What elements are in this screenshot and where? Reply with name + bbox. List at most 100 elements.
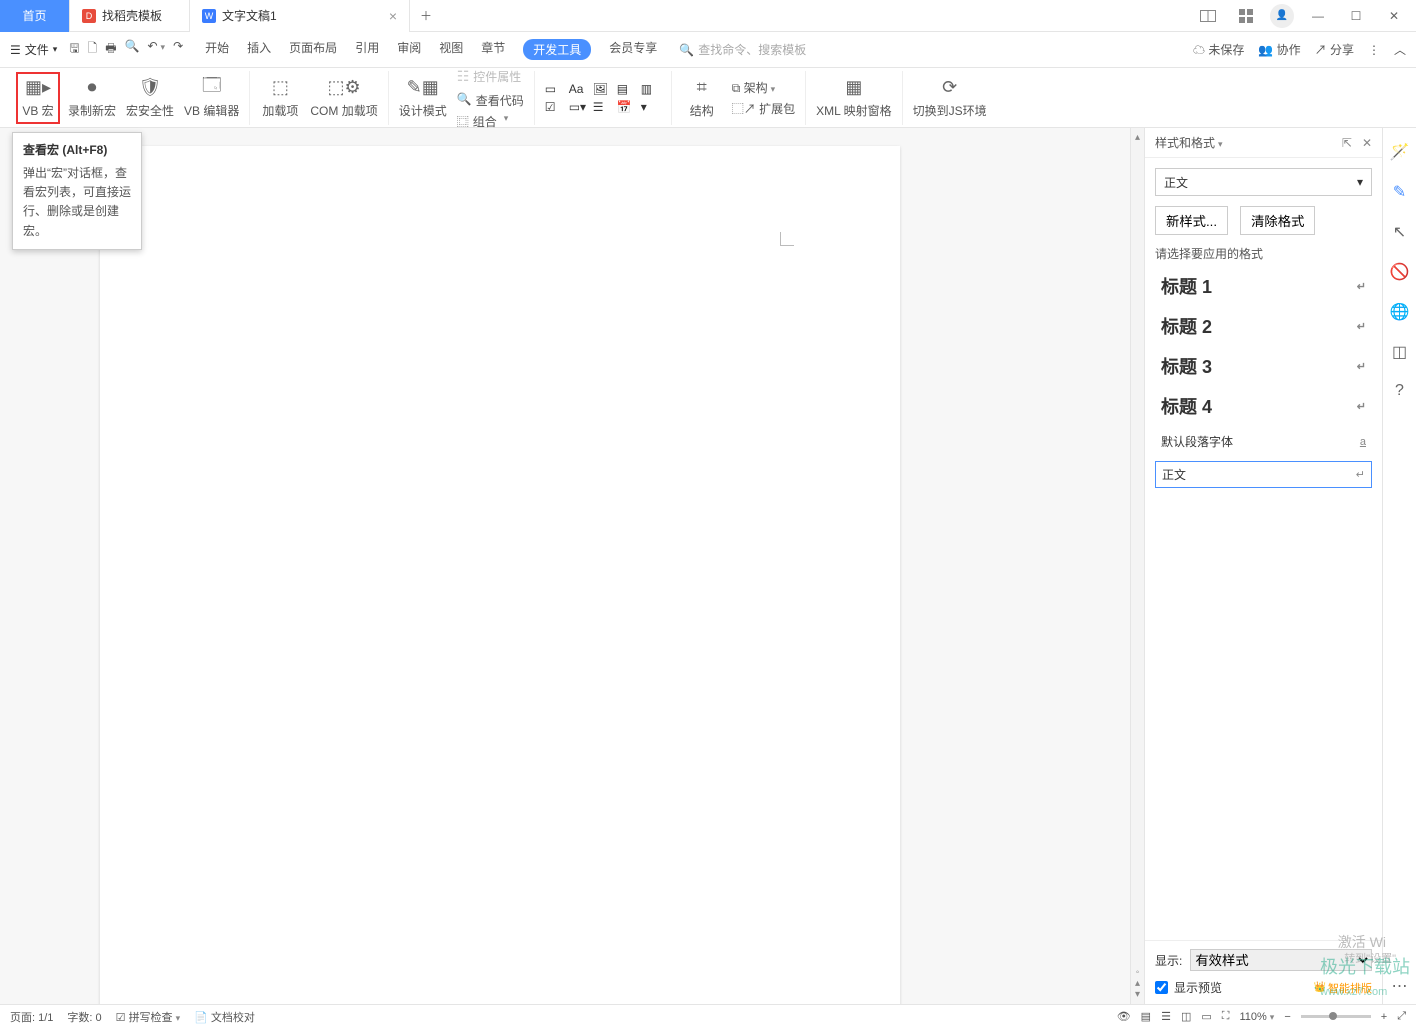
tab-templates[interactable]: D 找稻壳模板 xyxy=(70,0,190,32)
close-panel-icon[interactable]: ✕ xyxy=(1362,136,1372,150)
menu-tab-view[interactable]: 视图 xyxy=(439,39,463,60)
ctrl-gallery-icon[interactable]: ▥ xyxy=(641,82,661,96)
rail-translate-icon[interactable]: 🌐 xyxy=(1390,302,1410,322)
vb-macro-button[interactable]: ▦▸VB 宏 xyxy=(18,74,58,122)
vb-editor-button[interactable]: 🗔VB 编辑器 xyxy=(184,77,239,119)
ctrl-textbox-icon[interactable]: ▭ xyxy=(545,82,565,96)
zoom-in-icon[interactable]: + xyxy=(1381,1011,1387,1023)
document-canvas[interactable] xyxy=(0,128,1130,1004)
macro-security-button[interactable]: 🛡宏安全性 xyxy=(126,77,174,119)
rail-limit-icon[interactable]: 🚫 xyxy=(1390,262,1410,282)
com-addins-button[interactable]: ⬚⚙COM 加载项 xyxy=(310,77,377,119)
record-macro-button[interactable]: ⏺录制新宏 xyxy=(68,77,116,119)
style-heading-2[interactable]: 标题 2↵ xyxy=(1155,310,1372,342)
menu-tab-member[interactable]: 会员专享 xyxy=(609,39,657,60)
switch-js-button[interactable]: ⟳切换到JS环境 xyxy=(913,77,987,119)
ctrl-date-icon[interactable]: 📅 xyxy=(617,100,637,114)
combine-button[interactable]: ⿴组合 xyxy=(457,113,524,130)
redo-icon[interactable]: ↷ xyxy=(173,39,183,60)
addins-button[interactable]: ⬚加载项 xyxy=(260,77,300,119)
zoom-out-icon[interactable]: − xyxy=(1284,1011,1290,1023)
print-icon[interactable]: 🖶 xyxy=(105,39,116,60)
view-read-icon[interactable]: ◫ xyxy=(1181,1010,1191,1023)
menu-tab-start[interactable]: 开始 xyxy=(205,39,229,60)
view-outline-icon[interactable]: ▭ xyxy=(1201,1010,1211,1023)
new-style-button[interactable]: 新样式... xyxy=(1155,206,1228,235)
minimize-button[interactable]: — xyxy=(1304,2,1332,30)
panel-title[interactable]: 样式和格式 xyxy=(1155,134,1223,151)
view-code-button[interactable]: 🔍查看代码 xyxy=(457,92,524,109)
ctrl-list-icon[interactable]: ☰ xyxy=(593,100,613,114)
current-style-select[interactable]: 正文▾ xyxy=(1155,168,1372,196)
menu-tab-pagelayout[interactable]: 页面布局 xyxy=(289,39,337,60)
status-spellcheck[interactable]: ☑ 拼写检查 xyxy=(116,1009,180,1025)
menu-tab-insert[interactable]: 插入 xyxy=(247,39,271,60)
command-search[interactable]: 🔍 查找命令、搜索模板 xyxy=(679,41,806,58)
collapse-ribbon-icon[interactable]: ︿ xyxy=(1394,41,1406,58)
style-heading-1[interactable]: 标题 1↵ xyxy=(1155,270,1372,302)
pin-icon[interactable]: ⇱ xyxy=(1342,136,1352,150)
tab-document-1[interactable]: W 文字文稿1 × xyxy=(190,0,410,32)
menu-tab-developer[interactable]: 开发工具 xyxy=(523,39,591,60)
design-mode-button[interactable]: ✎▦设计模式 xyxy=(399,77,447,119)
menu-tab-references[interactable]: 引用 xyxy=(355,39,379,60)
layout-1-icon[interactable] xyxy=(1194,2,1222,30)
status-proofread[interactable]: 📄 文档校对 xyxy=(194,1009,255,1025)
menu-tab-review[interactable]: 审阅 xyxy=(397,39,421,60)
page-1[interactable] xyxy=(100,146,900,1004)
status-wordcount[interactable]: 字数: 0 xyxy=(67,1009,101,1025)
status-page[interactable]: 页面: 1/1 xyxy=(10,1009,53,1025)
rail-help-icon[interactable]: ? xyxy=(1395,382,1404,400)
view-print-icon[interactable]: ▤ xyxy=(1141,1010,1151,1023)
collab-button[interactable]: 👥 协作 xyxy=(1258,41,1300,58)
print-preview-icon[interactable]: 🗋 xyxy=(88,39,98,60)
fullscreen-icon[interactable]: ⤢ xyxy=(1397,1010,1406,1023)
ctrl-legacy-icon[interactable]: ▾ xyxy=(641,100,661,114)
scroll-dbl-up-icon[interactable]: ▴ xyxy=(1135,978,1140,989)
close-icon[interactable]: × xyxy=(389,8,397,24)
style-body-text[interactable]: 正文↵ xyxy=(1155,461,1372,488)
menu-tab-sections[interactable]: 章节 xyxy=(481,39,505,60)
style-heading-3[interactable]: 标题 3↵ xyxy=(1155,350,1372,382)
fit-page-icon[interactable]: ⛶ xyxy=(1222,1010,1230,1023)
scroll-dot-icon[interactable]: ◦ xyxy=(1136,967,1140,978)
style-heading-4[interactable]: 标题 4↵ xyxy=(1155,390,1372,422)
unsaved-indicator[interactable]: ☁ 未保存 xyxy=(1193,41,1244,58)
share-button[interactable]: ↗ 分享 xyxy=(1315,41,1354,58)
rail-outline-icon[interactable]: ◫ xyxy=(1392,342,1407,362)
user-avatar[interactable]: 👤 xyxy=(1270,4,1294,28)
view-web-icon[interactable]: ☰ xyxy=(1161,1010,1171,1023)
rail-styles-icon[interactable]: ✎ xyxy=(1393,182,1406,202)
scroll-dbl-down-icon[interactable]: ▾ xyxy=(1135,989,1140,1000)
ctrl-block-icon[interactable]: ▤ xyxy=(617,82,637,96)
ctrl-image-icon[interactable]: 🖼 xyxy=(593,82,613,96)
clear-format-button[interactable]: 清除格式 xyxy=(1240,206,1315,235)
scroll-up-icon[interactable]: ▴ xyxy=(1135,132,1140,143)
rail-select-icon[interactable]: ↖ xyxy=(1393,222,1406,242)
show-preview-checkbox[interactable]: 显示预览 xyxy=(1155,979,1222,996)
status-eye-icon[interactable]: 👁 xyxy=(1117,1010,1131,1023)
ctrl-check-icon[interactable]: ☑ xyxy=(545,100,565,114)
frame-button[interactable]: ⧉ 架构 xyxy=(732,79,795,96)
preview-icon[interactable]: 🔍 xyxy=(125,39,140,60)
ctrl-combo-icon[interactable]: ▭▾ xyxy=(569,100,589,114)
save-icon[interactable]: 🖫 xyxy=(69,39,79,60)
file-menu[interactable]: ☰ 文件 ▾ xyxy=(10,41,57,58)
ctrl-rtf-icon[interactable]: Aa xyxy=(569,82,589,96)
tab-home[interactable]: 首页 xyxy=(0,0,70,32)
structure-button[interactable]: ⌗结构 xyxy=(682,77,722,119)
rail-assistant-icon[interactable]: 🪄 xyxy=(1390,142,1410,162)
more-menu-icon[interactable]: ⋮ xyxy=(1368,43,1380,57)
zoom-slider[interactable] xyxy=(1301,1015,1371,1018)
xml-icon: ▦ xyxy=(845,77,862,99)
close-window-button[interactable]: ✕ xyxy=(1380,2,1408,30)
xml-map-button[interactable]: ▦XML 映射窗格 xyxy=(816,77,892,119)
maximize-button[interactable]: ☐ xyxy=(1342,2,1370,30)
scrollbar-left-of-panel[interactable]: ▴ ◦ ▴ ▾ xyxy=(1130,128,1144,1004)
undo-icon[interactable]: ↶ xyxy=(147,39,165,60)
expansion-button[interactable]: ⬚↗ 扩展包 xyxy=(732,100,795,117)
style-default-font[interactable]: 默认段落字体a xyxy=(1155,430,1372,453)
zoom-level[interactable]: 110% xyxy=(1239,1011,1274,1023)
new-tab-button[interactable]: ＋ xyxy=(410,7,442,24)
grid-icon[interactable] xyxy=(1232,2,1260,30)
